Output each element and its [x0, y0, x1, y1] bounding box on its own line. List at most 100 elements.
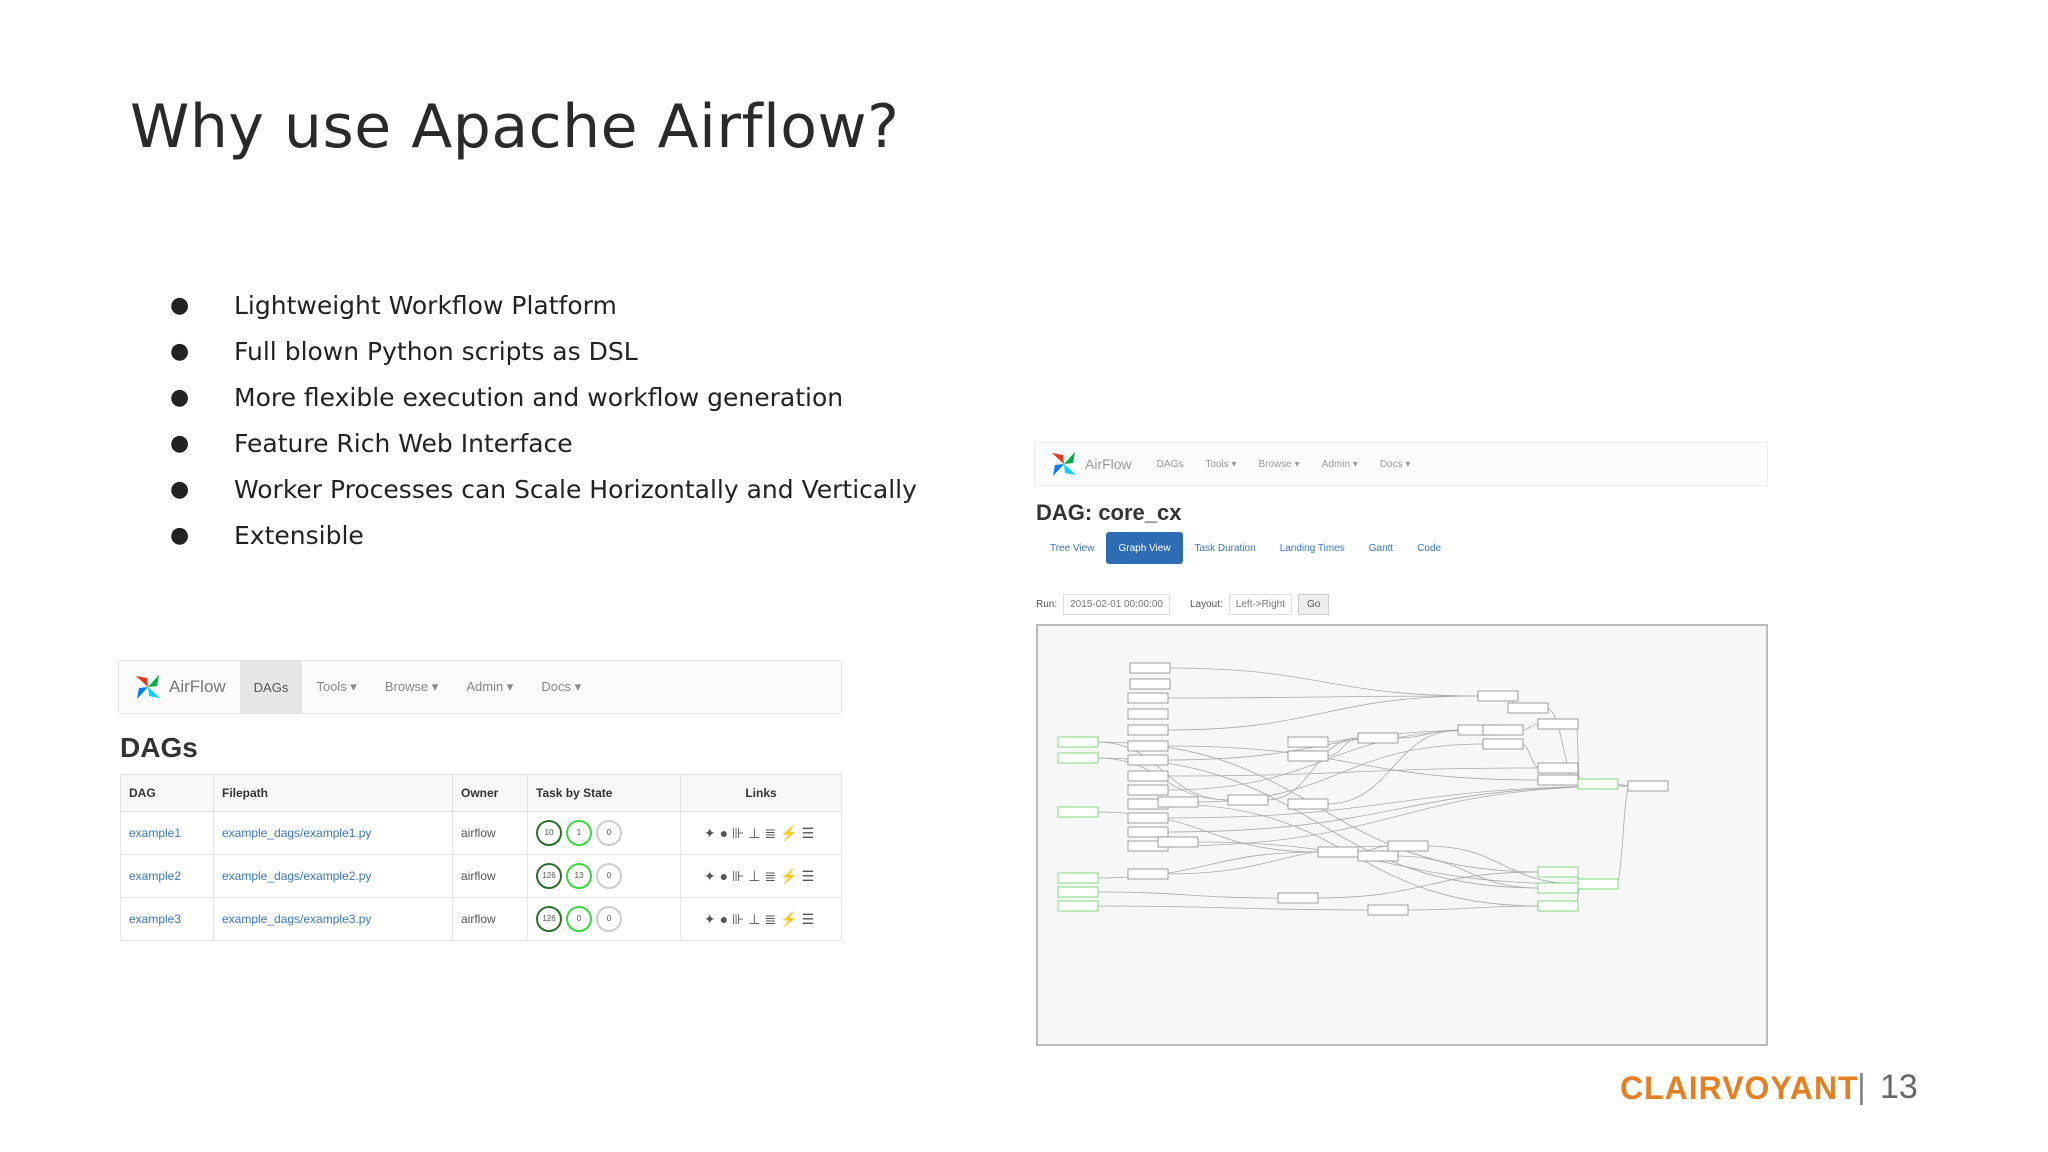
state-failed-badge[interactable]: 0	[596, 906, 622, 932]
graph-node	[1317, 846, 1359, 858]
state-cell: 126 13 0	[527, 854, 681, 898]
nav-docs[interactable]: Docs ▾	[527, 661, 595, 713]
state-success-badge[interactable]: 126	[536, 863, 562, 889]
bullet-item: ● Full blown Python scripts as DSL	[170, 328, 917, 374]
graph-edge	[1520, 723, 1541, 731]
bullet-dot: ●	[170, 430, 190, 456]
links-icons[interactable]: ✦●⊪⊥≣⚡☰	[680, 811, 842, 855]
airflow-logo[interactable]: AirFlow	[1035, 449, 1146, 479]
owner-cell: airflow	[452, 897, 528, 941]
dag-link[interactable]: example1	[120, 811, 214, 855]
graph-node	[1129, 678, 1171, 690]
graph-node	[1157, 836, 1199, 848]
graph-node	[1057, 872, 1099, 884]
links-icons[interactable]: ✦●⊪⊥≣⚡☰	[680, 897, 842, 941]
graph-node	[1287, 736, 1329, 748]
bullet-dot: ●	[170, 384, 190, 410]
tab-landing-times[interactable]: Landing Times	[1268, 532, 1357, 564]
graph-edge	[1195, 743, 1486, 803]
table-header-row: DAG Filepath Owner Task by State Links	[120, 774, 842, 812]
state-success-badge[interactable]: 10	[536, 820, 562, 846]
tab-gantt[interactable]: Gantt	[1357, 532, 1405, 564]
nav-tools[interactable]: Tools ▾	[302, 661, 371, 713]
state-failed-badge[interactable]: 0	[596, 820, 622, 846]
airflow-navbar: AirFlow DAGs Tools ▾ Browse ▾ Admin ▾ Do…	[1034, 442, 1768, 486]
nav-admin[interactable]: Admin ▾	[452, 661, 527, 713]
nav-dags[interactable]: DAGs	[1146, 443, 1195, 485]
filepath-link[interactable]: example_dags/example2.py	[213, 854, 453, 898]
run-controls: Run: 2015-02-01 00:00:00 Layout: Left->R…	[1036, 594, 1330, 615]
graph-node	[1357, 732, 1399, 744]
logo-text: AirFlow	[1085, 456, 1132, 472]
tab-tree-view[interactable]: Tree View	[1038, 532, 1106, 564]
bullet-list: ● Lightweight Workflow Platform ● Full blo…	[170, 282, 917, 558]
tab-task-duration[interactable]: Task Duration	[1183, 532, 1268, 564]
state-success-badge[interactable]: 126	[536, 906, 562, 932]
dag-link[interactable]: example3	[120, 897, 214, 941]
nav-dags[interactable]: DAGs	[239, 661, 303, 713]
state-running-badge[interactable]: 1	[566, 820, 592, 846]
graph-node	[1357, 850, 1399, 862]
dag-graph-canvas[interactable]	[1036, 624, 1768, 1046]
graph-node	[1537, 762, 1579, 774]
graph-edge	[1167, 667, 1481, 697]
graph-edge	[1165, 745, 1541, 781]
graph-node	[1129, 662, 1171, 674]
layout-select[interactable]: Left->Right	[1228, 594, 1292, 615]
graph-node	[1127, 826, 1169, 838]
bullet-item: ● Extensible	[170, 512, 917, 558]
graph-node	[1387, 840, 1429, 852]
bullet-text: Feature Rich Web Interface	[234, 428, 573, 458]
state-cell: 126 0 0	[527, 897, 681, 941]
layout-label: Layout:	[1189, 599, 1223, 610]
nav-admin[interactable]: Admin ▾	[1311, 443, 1369, 485]
graph-edge	[1165, 767, 1541, 777]
graph-edge	[1405, 905, 1541, 911]
filepath-link[interactable]: example_dags/example3.py	[213, 897, 453, 941]
nav-browse[interactable]: Browse ▾	[1248, 443, 1311, 485]
bullet-dot: ●	[170, 522, 190, 548]
graph-node	[1057, 900, 1099, 912]
pinwheel-icon	[136, 675, 160, 699]
graph-node	[1627, 780, 1669, 792]
nav-tools[interactable]: Tools ▾	[1194, 443, 1247, 485]
graph-node	[1277, 892, 1319, 904]
view-tabs: Tree View Graph View Task Duration Landi…	[1038, 532, 1453, 564]
dag-title: DAG: core_cx	[1036, 500, 1182, 525]
tab-graph-view[interactable]: Graph View	[1106, 532, 1183, 564]
slide-title: Why use Apache Airflow?	[130, 92, 900, 162]
graph-edge	[1425, 845, 1581, 885]
state-failed-badge[interactable]: 0	[596, 863, 622, 889]
state-running-badge[interactable]: 0	[566, 906, 592, 932]
graph-node	[1127, 708, 1169, 720]
dags-heading: DAGs	[120, 732, 198, 763]
graph-edge	[1095, 891, 1281, 899]
graph-node	[1367, 904, 1409, 916]
graph-node	[1157, 796, 1199, 808]
go-button[interactable]: Go	[1298, 594, 1330, 615]
bullet-dot: ●	[170, 476, 190, 502]
graph-node	[1577, 778, 1619, 790]
filepath-link[interactable]: example_dags/example1.py	[213, 811, 453, 855]
graph-node	[1507, 702, 1549, 714]
dag-link[interactable]: example2	[120, 854, 214, 898]
table-row: example2 example_dags/example2.py airflo…	[120, 854, 842, 898]
state-running-badge[interactable]: 13	[566, 863, 592, 889]
airflow-logo[interactable]: AirFlow	[119, 672, 240, 702]
graph-edge	[1165, 695, 1481, 731]
nav-browse[interactable]: Browse ▾	[371, 661, 453, 713]
bullet-item: ● Feature Rich Web Interface	[170, 420, 917, 466]
links-icons[interactable]: ✦●⊪⊥≣⚡☰	[680, 854, 842, 898]
graph-node	[1127, 812, 1169, 824]
graph-edge	[1615, 785, 1631, 885]
run-select[interactable]: 2015-02-01 00:00:00	[1063, 594, 1170, 615]
graph-node	[1537, 866, 1579, 878]
graph-node	[1537, 882, 1579, 894]
col-filepath: Filepath	[213, 774, 453, 812]
nav-docs[interactable]: Docs ▾	[1369, 443, 1422, 485]
tab-code[interactable]: Code	[1405, 532, 1453, 564]
dags-table: DAG Filepath Owner Task by State Links e…	[120, 774, 842, 941]
graph-node	[1537, 718, 1579, 730]
graph-node	[1127, 692, 1169, 704]
bullet-text: More flexible execution and workflow gen…	[234, 382, 844, 412]
